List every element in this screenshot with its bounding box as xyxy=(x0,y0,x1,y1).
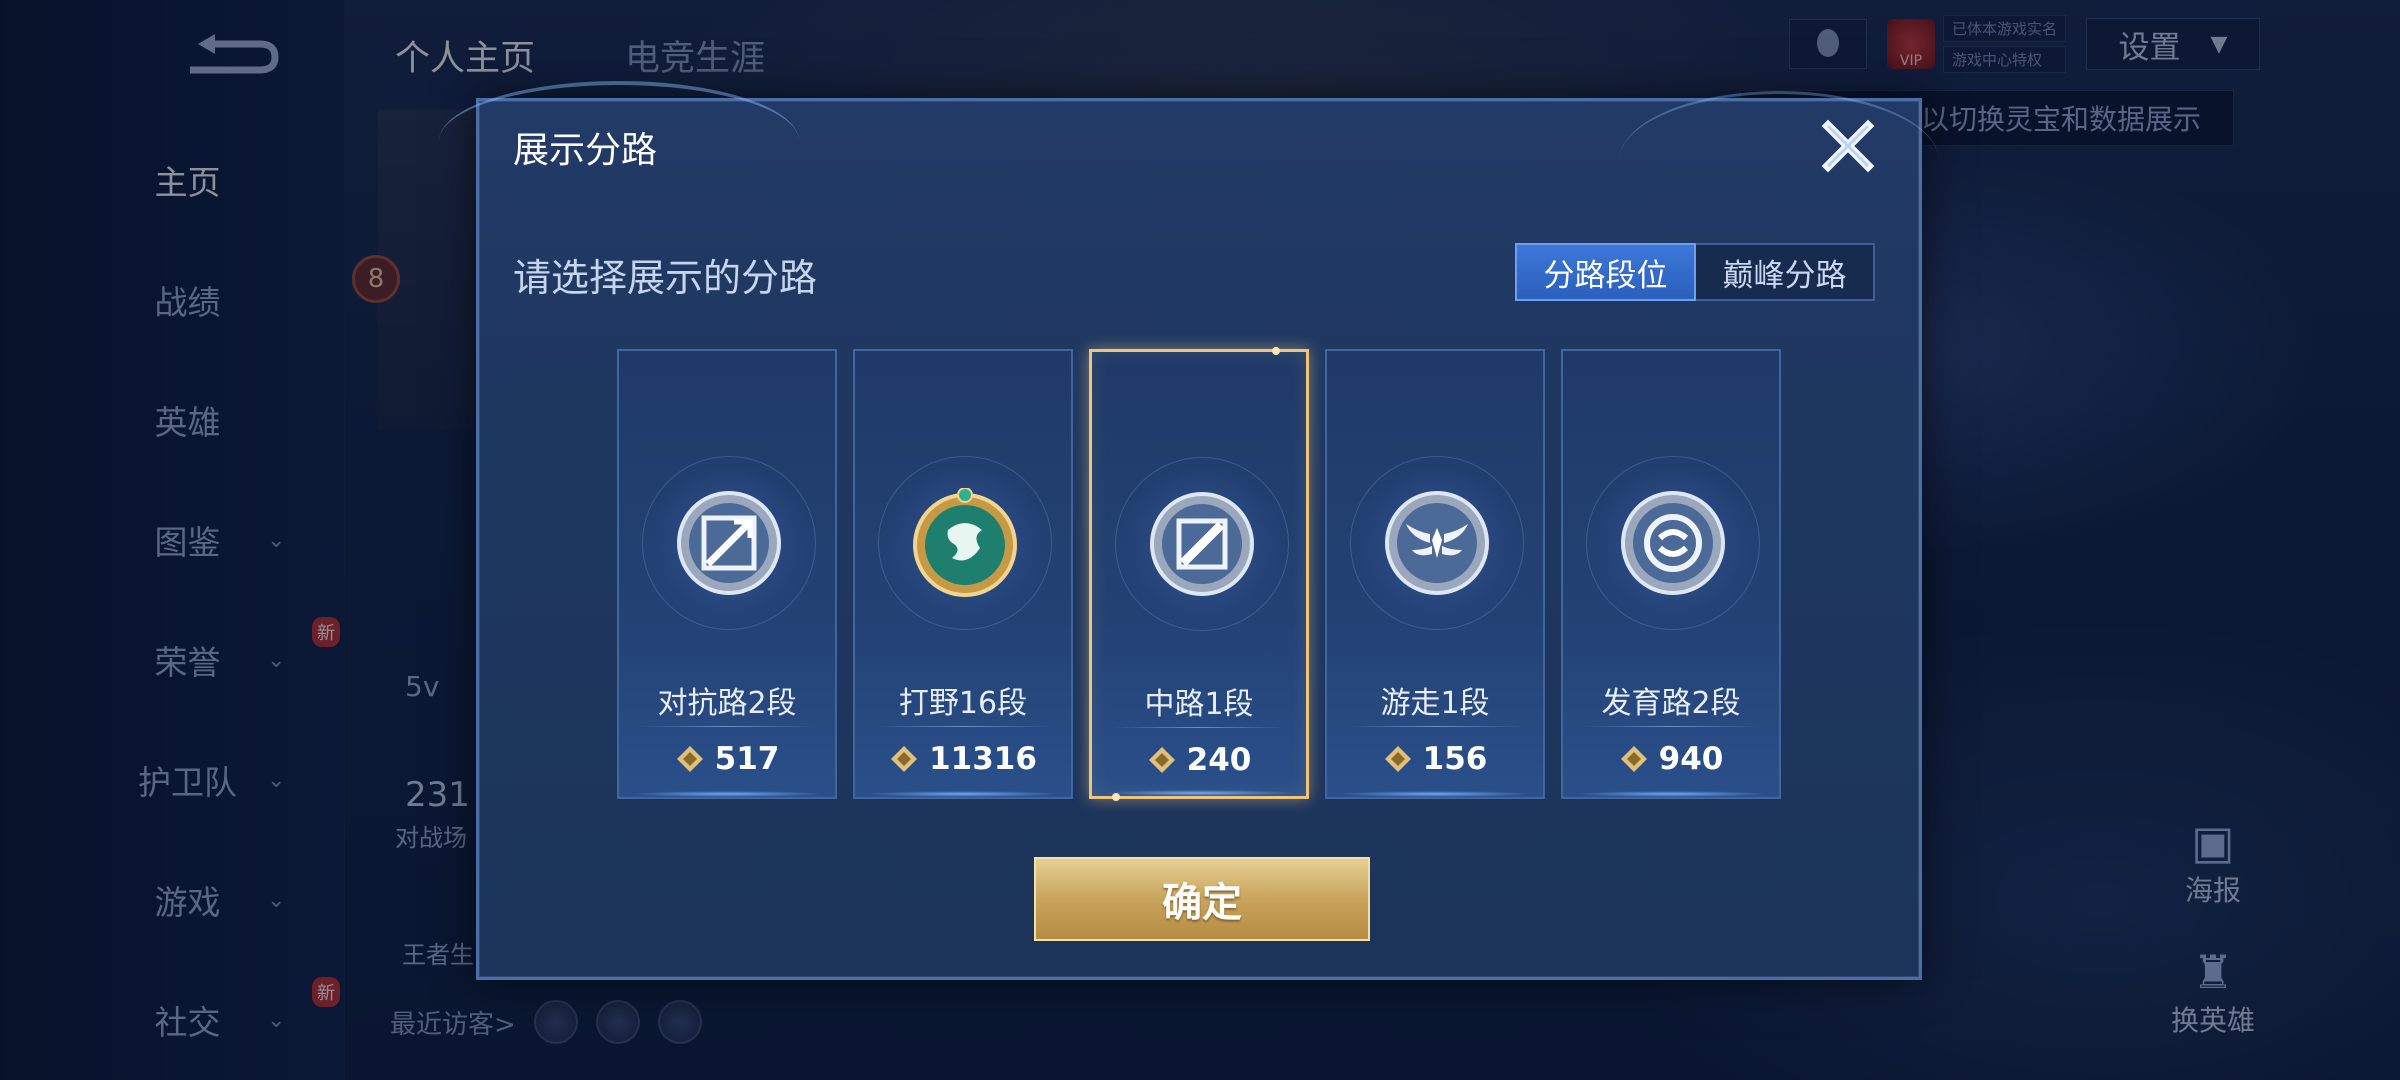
lane-name: 游走1段 xyxy=(1380,686,1490,721)
lane-display-dialog: 展示分路 请选择展示的分路 分路段位 巅峰分路 对抗路2段 517 打野16段 … xyxy=(439,81,1939,980)
rank-points-icon xyxy=(1148,747,1175,773)
mode-toggle: 分路段位 巅峰分路 xyxy=(1515,243,1875,301)
corner-dot xyxy=(1272,347,1280,355)
rank-points-icon xyxy=(1384,746,1411,772)
lane-card-jungle[interactable]: 打野16段 11316 xyxy=(853,349,1073,799)
lane-score: 517 xyxy=(619,741,835,777)
divider xyxy=(875,726,1051,727)
divider xyxy=(1347,726,1523,727)
lane-name: 打野16段 xyxy=(898,686,1028,721)
rank-points-icon xyxy=(1620,746,1647,772)
confirm-button[interactable]: 确定 xyxy=(1034,857,1370,941)
sword-shield-emblem-icon xyxy=(677,491,781,595)
dragon-emblem-icon xyxy=(913,488,1017,597)
lane-card-top[interactable]: 对抗路2段 517 xyxy=(617,349,837,799)
lane-score: 156 xyxy=(1327,741,1543,777)
lane-card-mid[interactable]: 中路1段 240 xyxy=(1089,347,1309,801)
dialog-title: 展示分路 xyxy=(513,130,658,171)
lane-name: 发育路2段 xyxy=(1601,686,1741,721)
toggle-peak-lane[interactable]: 巅峰分路 xyxy=(1696,245,1873,299)
lane-score-value: 156 xyxy=(1422,741,1488,777)
decorative-swirl xyxy=(1619,91,1939,231)
lane-list: 对抗路2段 517 打野16段 11316 中路1段 240 游走1段 156 … xyxy=(617,347,1781,801)
lane-score-value: 240 xyxy=(1186,742,1252,778)
lane-score: 940 xyxy=(1563,741,1779,777)
glow xyxy=(629,791,825,797)
bottom-lane-emblem-icon xyxy=(1621,491,1725,595)
rank-points-icon xyxy=(891,746,918,772)
wings-emblem-icon xyxy=(1385,491,1489,595)
divider xyxy=(1112,727,1286,728)
toggle-lane-rank[interactable]: 分路段位 xyxy=(1515,243,1696,301)
glow xyxy=(1102,790,1296,796)
lane-score-value: 11316 xyxy=(929,741,1037,777)
lane-card-bottom[interactable]: 发育路2段 940 xyxy=(1561,349,1781,799)
rank-points-icon xyxy=(676,746,703,772)
lane-name: 中路1段 xyxy=(1144,687,1254,722)
glow xyxy=(1573,791,1769,797)
lane-score-value: 940 xyxy=(1658,741,1724,777)
close-button[interactable] xyxy=(1815,113,1881,179)
glow xyxy=(1337,791,1533,797)
glow xyxy=(865,791,1061,797)
section-label: 请选择展示的分路 xyxy=(513,256,818,300)
lane-score-value: 517 xyxy=(714,741,780,777)
lane-score: 11316 xyxy=(855,741,1071,777)
close-icon xyxy=(1821,119,1875,173)
lane-name: 对抗路2段 xyxy=(657,686,797,721)
divider xyxy=(1583,726,1759,727)
lane-card-roam[interactable]: 游走1段 156 xyxy=(1325,349,1545,799)
mid-lane-emblem-icon xyxy=(1150,492,1254,596)
lane-score: 240 xyxy=(1092,742,1306,778)
divider xyxy=(639,726,815,727)
